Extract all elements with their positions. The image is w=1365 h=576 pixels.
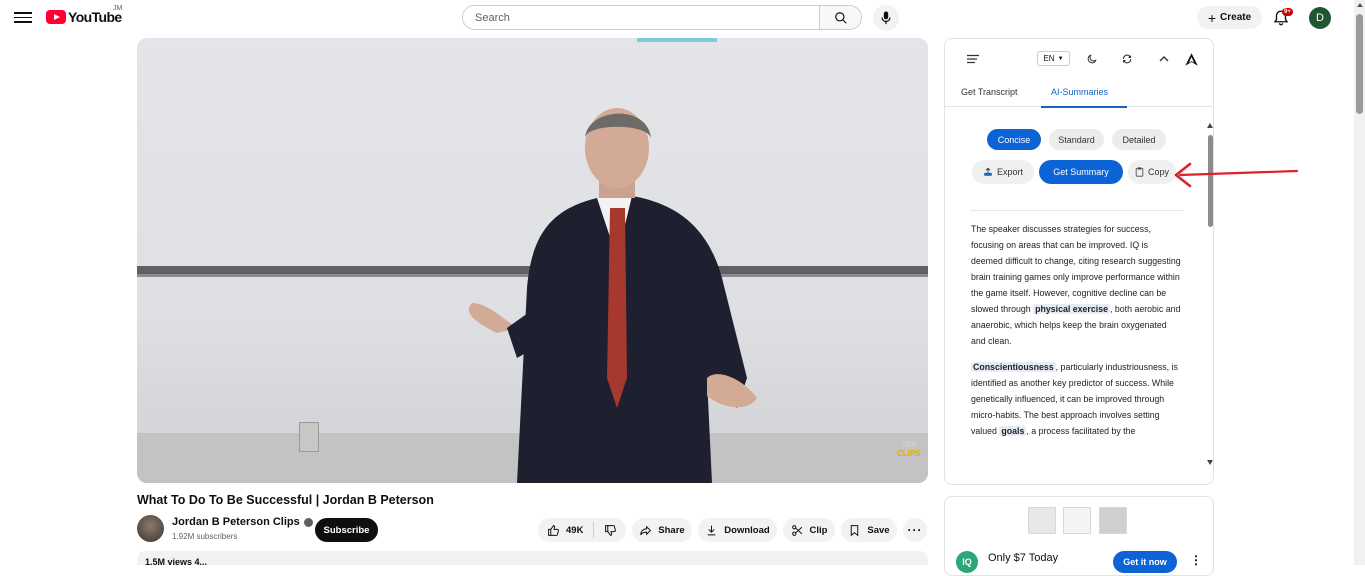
wall-outlet — [299, 422, 319, 452]
dropdown-caret-icon: ▼ — [1057, 55, 1064, 62]
speaker-figure — [468, 108, 757, 483]
summary-text: The speaker discusses strategies for suc… — [971, 221, 1181, 449]
summary-p2-text-b: , a process facilitated by the — [1026, 426, 1136, 436]
panel-scroll-down-icon[interactable] — [1207, 460, 1213, 465]
description-preview: 1.5M views 4... — [145, 557, 208, 565]
page-scrollbar[interactable] — [1354, 0, 1365, 565]
save-button[interactable]: Save — [841, 518, 897, 542]
subscriber-count: 1.92M subscribers — [172, 532, 238, 541]
share-icon — [640, 525, 652, 535]
keyword-conscientiousness[interactable]: Conscientiousness — [971, 362, 1056, 372]
youtube-logo[interactable]: YouTube JM — [46, 5, 122, 25]
video-top-glow — [637, 38, 717, 42]
panel-divider — [970, 210, 1184, 211]
language-select[interactable]: EN ▼ — [1037, 51, 1070, 66]
description-box[interactable]: 1.5M views 4... — [137, 551, 928, 565]
summary-paragraph-2: Conscientiousness, particularly industri… — [971, 359, 1181, 439]
ad-text: Only $7 Today — [988, 552, 1059, 564]
clip-label: Clip — [809, 524, 828, 536]
get-summary-button[interactable]: Get Summary — [1039, 160, 1123, 184]
like-count[interactable]: 49K — [566, 525, 583, 536]
like-icon[interactable] — [547, 524, 560, 537]
microphone-icon — [881, 11, 891, 25]
refresh-icon[interactable] — [1119, 51, 1135, 67]
save-label: Save — [867, 524, 890, 536]
panel-tabs: Get Transcript AI-Summaries — [945, 79, 1213, 108]
channel-name[interactable]: Jordan B Peterson Clips — [172, 516, 300, 528]
summary-extension-panel: EN ▼ Get Transcript AI-Summaries Concise… — [944, 38, 1214, 485]
video-title: What To Do To Be Successful | Jordan B P… — [137, 493, 434, 507]
like-dislike-group: 49K — [538, 518, 626, 542]
notification-badge: 9+ — [1282, 8, 1293, 16]
plus-icon: + — [1207, 9, 1217, 26]
dark-mode-icon[interactable] — [1084, 51, 1100, 67]
mode-concise-button[interactable]: Concise — [987, 129, 1041, 150]
channel-name-row[interactable]: Jordan B Peterson Clips — [172, 516, 313, 528]
scissors-icon — [791, 524, 802, 536]
search-button[interactable] — [819, 6, 861, 29]
mode-detailed-button[interactable]: Detailed — [1112, 129, 1166, 150]
channel-avatar[interactable] — [137, 515, 164, 542]
mode-standard-button[interactable]: Standard — [1049, 129, 1104, 150]
ad-thumbnail-3[interactable] — [1099, 507, 1127, 534]
dislike-icon[interactable] — [604, 524, 617, 537]
clip-button[interactable]: Clip — [783, 518, 835, 542]
watermark-top: JBP — [901, 440, 917, 449]
bookmark-icon — [851, 524, 859, 536]
active-tab-indicator — [1041, 106, 1127, 108]
share-button[interactable]: Share — [632, 518, 692, 542]
user-avatar[interactable]: D — [1309, 7, 1331, 29]
export-label: Export — [996, 167, 1023, 177]
download-label: Download — [724, 524, 770, 536]
search-input[interactable] — [463, 6, 819, 29]
ad-logo: IQ — [956, 551, 978, 573]
download-button[interactable]: Download — [698, 518, 777, 542]
download-icon — [708, 525, 716, 535]
summary-p2-text-a: , particularly industriousness, is ident… — [971, 362, 1178, 436]
channel-watermark: JBP CLIPS — [897, 440, 921, 458]
collapse-chevron-icon[interactable] — [1156, 51, 1172, 67]
menu-icon[interactable] — [14, 9, 32, 25]
extension-logo-icon[interactable] — [1183, 51, 1199, 67]
keyword-physical-exercise[interactable]: physical exercise — [1033, 304, 1110, 314]
create-button[interactable]: + Create — [1197, 6, 1262, 29]
panel-scroll-up-icon[interactable] — [1207, 123, 1213, 128]
voice-search-button[interactable] — [873, 5, 899, 31]
more-actions-button[interactable]: ··· — [903, 518, 927, 542]
country-code: JM — [113, 5, 123, 12]
scroll-up-arrow-icon[interactable] — [1357, 3, 1363, 7]
annotation-arrow-icon — [1174, 162, 1299, 188]
tab-ai-summaries[interactable]: AI-Summaries — [1051, 87, 1108, 97]
more-horizontal-icon: ··· — [907, 523, 923, 537]
youtube-play-icon — [46, 10, 66, 24]
copy-button[interactable]: Copy — [1128, 160, 1176, 184]
ad-thumbnail-2[interactable] — [1063, 507, 1091, 534]
ad-thumbnail-1[interactable] — [1028, 507, 1056, 534]
export-icon — [984, 167, 992, 176]
page-scrollbar-thumb[interactable] — [1356, 14, 1363, 114]
subscribe-button[interactable]: Subscribe — [315, 518, 378, 542]
clipboard-icon — [1135, 167, 1144, 177]
panel-toolbar: EN ▼ — [945, 39, 1213, 79]
verified-icon — [303, 517, 313, 527]
panel-menu-icon[interactable] — [965, 51, 981, 67]
summary-paragraph-1: The speaker discusses strategies for suc… — [971, 221, 1181, 349]
share-label: Share — [658, 524, 685, 536]
summary-p1-text-a: The speaker discusses strategies for suc… — [971, 224, 1181, 314]
search-box — [462, 5, 862, 30]
search-icon — [834, 11, 847, 24]
ad-cta-button[interactable]: Get it now — [1113, 551, 1177, 573]
create-label: Create — [1220, 12, 1252, 23]
export-button[interactable]: Export — [972, 160, 1034, 184]
like-separator — [593, 522, 595, 538]
language-value: EN — [1043, 54, 1055, 63]
copy-label: Copy — [1147, 167, 1169, 177]
keyword-goals[interactable]: goals — [999, 426, 1027, 436]
watermark-bottom: CLIPS — [897, 449, 921, 458]
ad-card[interactable]: IQ Only $7 Today Get it now ⋮ — [944, 496, 1214, 576]
top-bar: YouTube JM + Create 9+ D — [0, 0, 1365, 36]
tab-get-transcript[interactable]: Get Transcript — [961, 87, 1018, 97]
video-player[interactable]: JBP CLIPS — [137, 38, 928, 483]
